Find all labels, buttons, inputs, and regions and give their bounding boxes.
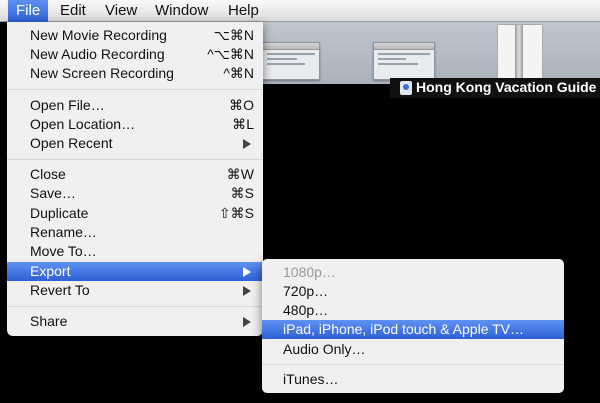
submenu-item-label: 480p… — [283, 302, 329, 318]
window-title: Hong Kong Vacation Guide — [416, 79, 597, 95]
shortcut: ⌘O — [229, 97, 254, 113]
menubar-edit[interactable]: Edit — [52, 0, 94, 22]
shortcut: ^⌘N — [223, 65, 254, 81]
menu-item-label: Open Recent — [30, 135, 113, 151]
quicktime-icon — [400, 81, 412, 95]
menu-item-export[interactable]: Export — [7, 262, 263, 281]
menu-item-label: New Screen Recording — [30, 65, 174, 81]
submenu-item-audio-only[interactable]: Audio Only… — [262, 340, 564, 359]
menubar-help[interactable]: Help — [220, 0, 267, 22]
submenu-arrow-icon — [243, 317, 251, 327]
submenu-arrow-icon — [243, 286, 251, 296]
menu-separator — [7, 306, 263, 307]
window-thumbnail[interactable] — [262, 42, 320, 80]
submenu-item-1080p: 1080p… — [262, 263, 564, 282]
menu-item-open-recent[interactable]: Open Recent — [7, 134, 263, 153]
menu-item-label: Share — [30, 313, 68, 329]
menu-item-duplicate[interactable]: Duplicate ⇧⌘S — [7, 204, 263, 223]
menu-item-new-audio-recording[interactable]: New Audio Recording ^⌥⌘N — [7, 45, 263, 64]
submenu-item-label: 720p… — [283, 283, 329, 299]
shortcut: ⌘S — [230, 185, 254, 201]
submenu-item-480p[interactable]: 480p… — [262, 301, 564, 320]
menu-item-rename[interactable]: Rename… — [7, 223, 263, 242]
shortcut: ⌘L — [232, 116, 254, 132]
menu-item-label: Open Location… — [30, 116, 136, 132]
menu-item-move-to[interactable]: Move To… — [7, 242, 263, 261]
menu-item-new-screen-recording[interactable]: New Screen Recording ^⌘N — [7, 64, 263, 83]
submenu-item-ipad-iphone-appletv[interactable]: iPad, iPhone, iPod touch & Apple TV… — [262, 320, 564, 339]
menu-item-revert-to[interactable]: Revert To — [7, 281, 263, 300]
menu-separator — [7, 89, 263, 90]
menu-item-save[interactable]: Save… ⌘S — [7, 184, 263, 203]
document-icon[interactable] — [497, 24, 543, 84]
menu-bar: File Edit View Window Help — [0, 0, 600, 22]
submenu-item-label: iTunes… — [283, 371, 339, 387]
menubar-window[interactable]: Window — [147, 0, 216, 22]
submenu-arrow-icon — [243, 139, 251, 149]
shortcut: ⌥⌘N — [213, 27, 254, 43]
submenu-item-itunes[interactable]: iTunes… — [262, 370, 564, 389]
menu-item-label: New Movie Recording — [30, 27, 167, 43]
menu-item-label: Rename… — [30, 224, 97, 240]
menu-item-close[interactable]: Close ⌘W — [7, 165, 263, 184]
menu-item-label: Export — [30, 263, 71, 279]
submenu-item-label: Audio Only… — [283, 341, 366, 357]
shortcut: ⇧⌘S — [218, 205, 254, 221]
menu-item-share[interactable]: Share — [7, 312, 263, 331]
menubar-file[interactable]: File — [8, 0, 49, 22]
menu-item-label: Close — [30, 166, 66, 182]
menubar-view[interactable]: View — [97, 0, 145, 22]
menu-item-label: Save… — [30, 185, 76, 201]
export-submenu: 1080p… 720p… 480p… iPad, iPhone, iPod to… — [262, 259, 564, 393]
window-thumbnail[interactable] — [373, 42, 435, 80]
shortcut: ^⌥⌘N — [207, 46, 254, 62]
menu-item-label: Move To… — [30, 243, 97, 259]
menu-item-open-file[interactable]: Open File… ⌘O — [7, 96, 263, 115]
submenu-item-label: iPad, iPhone, iPod touch & Apple TV… — [283, 321, 525, 337]
shortcut: ⌘W — [226, 166, 254, 182]
menu-item-label: Duplicate — [30, 205, 89, 221]
menu-separator — [262, 364, 564, 365]
menu-item-open-location[interactable]: Open Location… ⌘L — [7, 115, 263, 134]
menu-item-label: New Audio Recording — [30, 46, 165, 62]
submenu-item-label: 1080p… — [283, 264, 336, 280]
menu-item-label: Revert To — [30, 282, 90, 298]
menu-item-new-movie-recording[interactable]: New Movie Recording ⌥⌘N — [7, 26, 263, 45]
menu-separator — [7, 159, 263, 160]
submenu-item-720p[interactable]: 720p… — [262, 282, 564, 301]
submenu-arrow-icon — [243, 267, 251, 277]
file-menu: New Movie Recording ⌥⌘N New Audio Record… — [7, 22, 263, 336]
menu-item-label: Open File… — [30, 97, 105, 113]
